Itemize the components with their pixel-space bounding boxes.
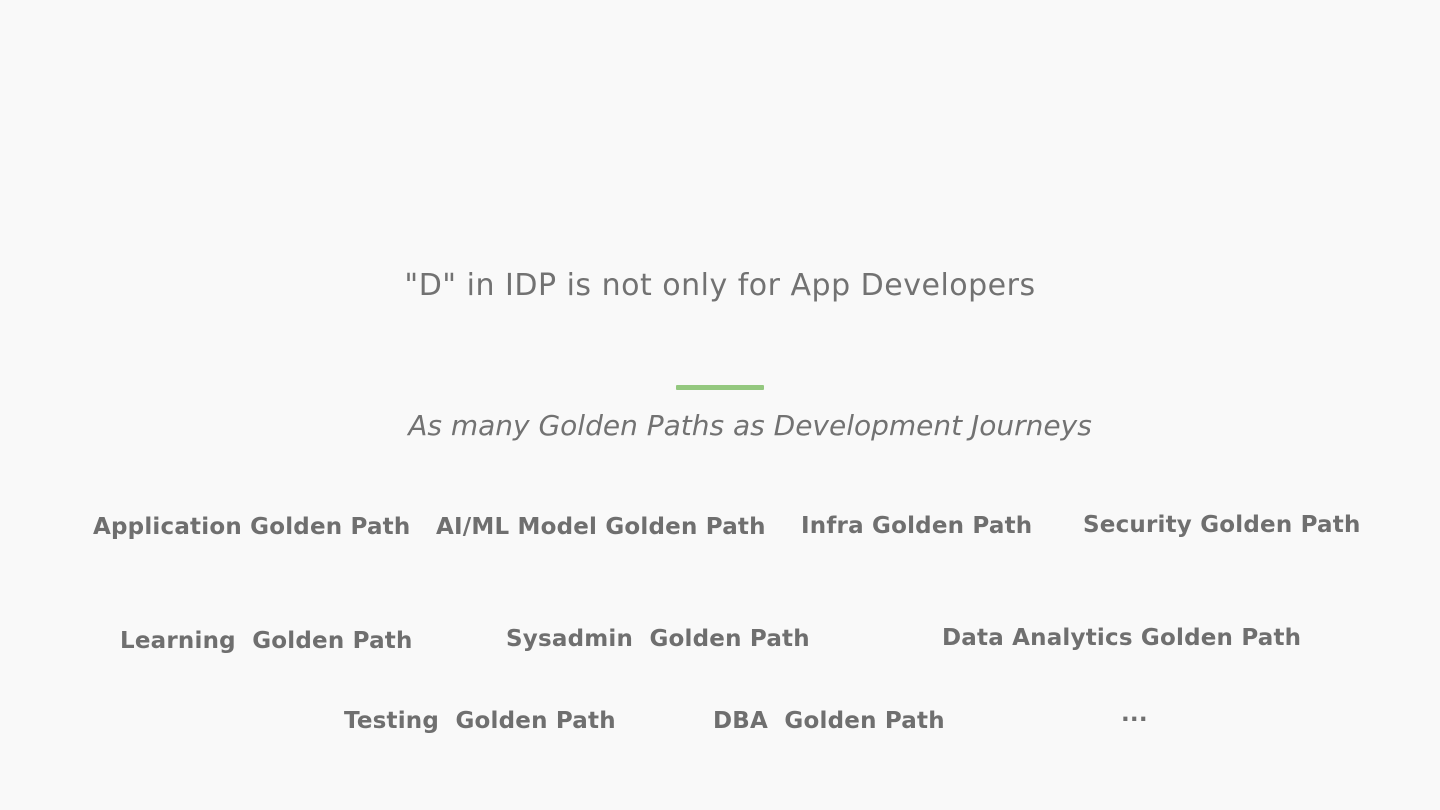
golden-path-dba: DBA Golden Path <box>713 708 945 734</box>
golden-path-learning: Learning Golden Path <box>120 628 413 654</box>
golden-path-ellipsis: ... <box>1121 701 1148 727</box>
golden-path-aiml-model: AI/ML Model Golden Path <box>436 514 766 540</box>
slide: "D" in IDP is not only for App Developer… <box>0 0 1440 810</box>
slide-title: "D" in IDP is not only for App Developer… <box>404 268 1036 303</box>
golden-path-application: Application Golden Path <box>93 514 411 540</box>
golden-path-sysadmin: Sysadmin Golden Path <box>506 626 810 652</box>
golden-path-testing: Testing Golden Path <box>344 708 616 734</box>
golden-path-security: Security Golden Path <box>1083 512 1361 538</box>
title-accent-rule <box>676 385 764 390</box>
slide-subtitle: As many Golden Paths as Development Jour… <box>408 409 1092 442</box>
golden-path-infra: Infra Golden Path <box>801 513 1033 539</box>
golden-path-data-analytics: Data Analytics Golden Path <box>942 625 1302 651</box>
